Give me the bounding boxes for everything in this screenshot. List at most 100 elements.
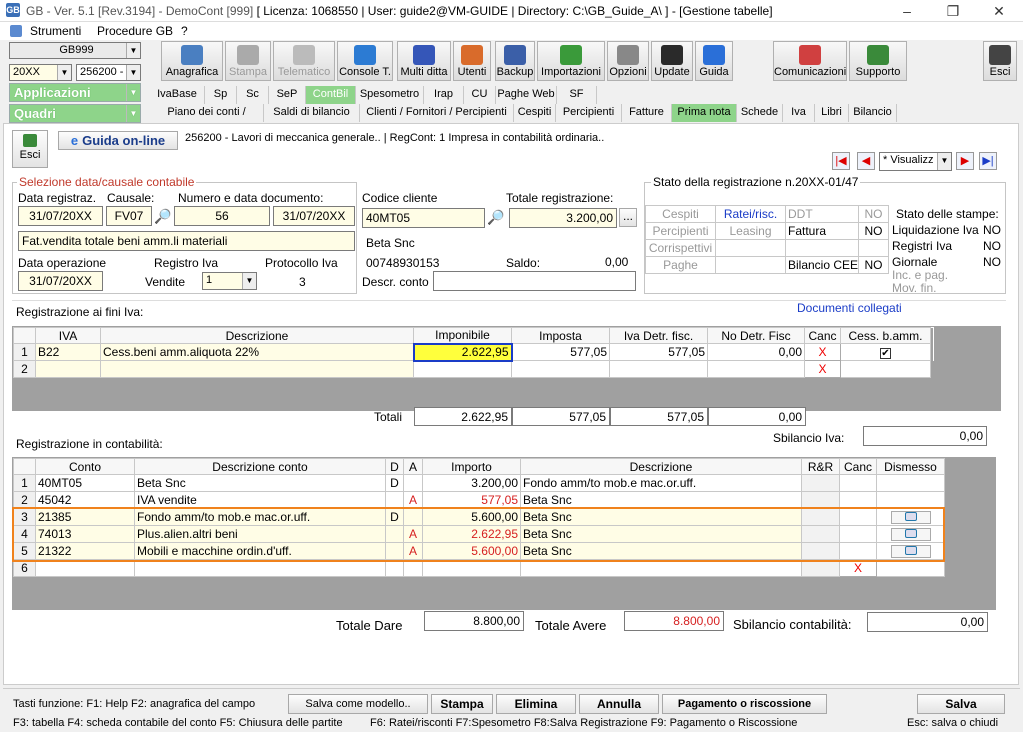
restore-icon[interactable]: ❐	[930, 0, 976, 22]
toolbar-button-backup[interactable]: Backup	[495, 41, 535, 81]
canc-cell[interactable]	[839, 508, 877, 526]
tab-sp[interactable]: Sp	[205, 86, 237, 104]
tab-cu[interactable]: CU	[464, 86, 496, 104]
conto-cell[interactable]: 74013	[35, 525, 135, 543]
descr-conto-cell[interactable]: Mobili e macchine ordin.d'uff.	[134, 542, 386, 560]
menu-procedure[interactable]: Procedure GB	[97, 24, 173, 38]
canc-cell[interactable]	[839, 474, 877, 492]
conto-cell[interactable]: 45042	[35, 491, 135, 509]
tab-paghe-web[interactable]: Paghe Web	[496, 86, 557, 104]
toolbar-button-support[interactable]: Supporto	[849, 41, 907, 81]
toolbar-button-import[interactable]: Importazioni	[537, 41, 605, 81]
imposta-cell[interactable]: 577,05	[511, 343, 610, 361]
first-record-icon[interactable]: |◀	[832, 152, 850, 170]
rr-cell[interactable]	[801, 474, 840, 492]
importo-cell[interactable]	[422, 559, 521, 577]
toolbar-button-help[interactable]: Guida	[695, 41, 733, 81]
imponibile-cell[interactable]: 2.622,95	[412, 342, 513, 362]
avere-cell[interactable]: A	[403, 491, 423, 509]
menu-strumenti[interactable]: Strumenti	[30, 24, 81, 38]
toolbar-button-exit[interactable]: Esci	[983, 41, 1017, 81]
table-row[interactable]: 1 40MT05 Beta Snc D 3.200,00 Fondo amm/to mob…	[13, 474, 945, 492]
dismesso-button[interactable]	[890, 511, 931, 524]
dismesso-button[interactable]	[890, 528, 931, 541]
rr-cell[interactable]	[801, 508, 840, 526]
tab-sep[interactable]: SeP	[269, 86, 306, 104]
descrizione-cell[interactable]: Fondo amm/to mob.e mac.or.uff.	[520, 474, 802, 492]
descr-conto-cell[interactable]: Plus.alien.altri beni	[134, 525, 386, 543]
salva-button[interactable]: Salva	[917, 694, 1005, 714]
conto-cell[interactable]: 40MT05	[35, 474, 135, 492]
tab-sf[interactable]: SF	[557, 86, 597, 104]
prev-record-icon[interactable]: ◀	[857, 152, 875, 170]
tab-cespiti[interactable]: Cespiti	[514, 104, 556, 122]
tab-fatture[interactable]: Fatture	[622, 104, 672, 122]
toolbar-button-update[interactable]: Update	[651, 41, 693, 81]
iva-code-cell[interactable]	[35, 360, 101, 378]
detr-cell[interactable]	[609, 360, 708, 378]
data-doc-input[interactable]: 31/07/20XX	[273, 206, 355, 226]
tab-piano-dei-conti-causali[interactable]: Piano dei conti / Causali	[150, 104, 264, 134]
delete-row-button[interactable]: X	[839, 559, 877, 577]
avere-cell[interactable]	[403, 474, 423, 492]
dismesso-cell[interactable]	[876, 559, 945, 577]
code-select[interactable]: 256200 - ▼	[76, 64, 141, 81]
canc-cell[interactable]	[839, 542, 877, 560]
table-row[interactable]: 2 45042 IVA vendite A 577,05 Beta Snc	[13, 491, 945, 509]
toolbar-button-multi-company[interactable]: Multi ditta	[397, 41, 451, 81]
tab-bilancio[interactable]: Bilancio	[849, 104, 897, 122]
year-select[interactable]: 20XX ▼	[9, 64, 72, 81]
dismesso-cell[interactable]	[876, 508, 945, 526]
table-row[interactable]: 1 B22 Cess.beni amm.aliquota 22% 2.622,95 57…	[13, 342, 934, 362]
toolbar-button-printer[interactable]: Stampa	[225, 41, 271, 81]
next-record-icon[interactable]: ▶	[956, 152, 974, 170]
table-row[interactable]: 3 21385 Fondo amm/to mob.e mac.or.uff. D 5.6…	[13, 508, 945, 526]
table-row[interactable]: 4 74013 Plus.alien.altri beni A 2.622,95 Beta…	[13, 525, 945, 543]
elimina-button[interactable]: Elimina	[496, 694, 576, 714]
reg-iva-select[interactable]: 1 ▼	[202, 272, 257, 290]
tab-spesometro[interactable]: Spesometro	[356, 86, 424, 104]
tab-sc[interactable]: Sc	[237, 86, 269, 104]
toolbar-button-users[interactable]: Utenti	[453, 41, 491, 81]
iva-descr-cell[interactable]: Cess.beni amm.aliquota 22%	[100, 343, 414, 361]
menu-help[interactable]: ?	[181, 24, 188, 38]
iva-descr-cell[interactable]	[100, 360, 414, 378]
imponibile-cell[interactable]	[413, 360, 512, 378]
toolbar-button-wrench[interactable]: Opzioni	[607, 41, 649, 81]
nodetr-cell[interactable]	[707, 360, 805, 378]
avere-cell[interactable]	[403, 508, 423, 526]
avere-cell[interactable]: A	[403, 542, 423, 560]
descrizione-input[interactable]: Fat.vendita totale beni amm.li materiali	[18, 231, 355, 251]
dismesso-cell[interactable]	[876, 542, 945, 560]
importo-cell[interactable]: 577,05	[422, 491, 521, 509]
rr-cell[interactable]	[801, 542, 840, 560]
pagamento-button[interactable]: Pagamento o riscossione	[662, 694, 827, 714]
tab-prima-nota[interactable]: Prima nota	[672, 104, 737, 122]
tab-libri[interactable]: Libri	[815, 104, 849, 122]
importo-cell[interactable]: 5.600,00	[422, 542, 521, 560]
mode-select[interactable]: * Visualizz ▼	[879, 152, 952, 171]
importo-cell[interactable]: 3.200,00	[422, 474, 521, 492]
tab-iva[interactable]: Iva	[783, 104, 815, 122]
data-reg-input[interactable]: 31/07/20XX	[18, 206, 103, 226]
tab-clienti-fornitori-percipienti[interactable]: Clienti / Fornitori / Percipienti	[360, 104, 514, 122]
rr-cell[interactable]	[801, 525, 840, 543]
descrizione-cell[interactable]: Beta Snc	[520, 491, 802, 509]
stampa-button[interactable]: Stampa	[431, 694, 493, 714]
close-icon[interactable]: ✕	[976, 0, 1022, 22]
rr-cell[interactable]	[801, 491, 840, 509]
causale-search-icon[interactable]: 🔎	[154, 208, 171, 225]
importo-cell[interactable]: 2.622,95	[422, 525, 521, 543]
dismesso-cell[interactable]	[876, 491, 945, 509]
descr-conto-input[interactable]	[433, 271, 636, 291]
data-op-input[interactable]: 31/07/20XX	[18, 271, 103, 291]
conto-cell[interactable]: 21322	[35, 542, 135, 560]
dismesso-button[interactable]	[890, 545, 931, 558]
canc-cell[interactable]	[839, 525, 877, 543]
delete-row-button[interactable]: X	[804, 360, 841, 378]
descrizione-cell[interactable]: Beta Snc	[520, 508, 802, 526]
dismesso-cell[interactable]	[876, 525, 945, 543]
cliente-search-icon[interactable]: 🔎	[487, 209, 504, 226]
table-row[interactable]: 5 21322 Mobili e macchine ordin.d'uff. A 5.6…	[13, 542, 945, 560]
avere-cell[interactable]: A	[403, 525, 423, 543]
